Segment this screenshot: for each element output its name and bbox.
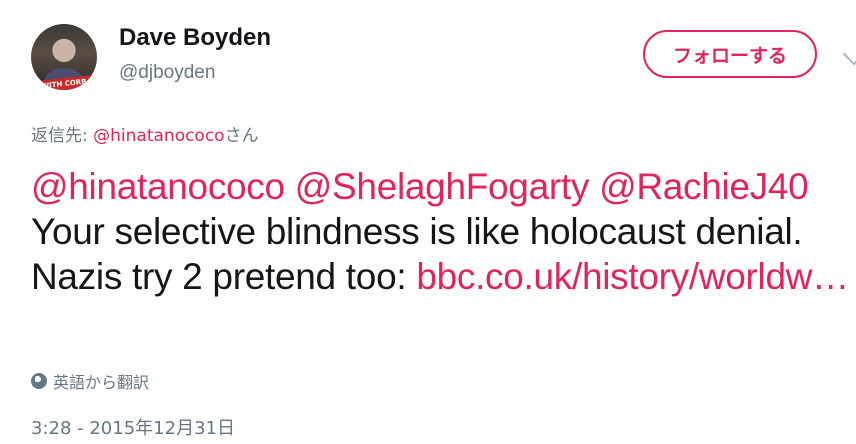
mention-link[interactable]: @hinatanococo	[31, 166, 285, 207]
translate-tweet[interactable]: 英語から翻訳	[31, 369, 149, 393]
author-display-name[interactable]: Dave Boyden	[119, 24, 271, 52]
reply-to-line: 返信先: @hinatanococoさん	[31, 121, 259, 146]
reply-to-user-link[interactable]: @hinatanococo	[93, 126, 224, 146]
tweet-timestamp[interactable]: 3:28 - 2015年12月31日	[31, 414, 235, 440]
translate-label: 英語から翻訳	[53, 373, 150, 392]
chevron-down-icon[interactable]	[842, 42, 856, 66]
globe-icon	[31, 373, 47, 389]
tweet-url-link[interactable]: bbc.co.uk/history/worldw…	[416, 256, 849, 297]
follow-button[interactable]: フォローする	[643, 30, 817, 78]
author-handle[interactable]: @djboyden	[119, 62, 215, 84]
reply-to-prefix: 返信先:	[31, 126, 94, 146]
reply-to-suffix: さん	[224, 126, 259, 146]
avatar[interactable]: WITH CORB	[31, 24, 97, 90]
mention-link[interactable]: @ShelaghFogarty	[295, 166, 590, 207]
tweet-text: @hinatanococo @ShelaghFogarty @RachieJ40…	[31, 164, 851, 299]
mention-link[interactable]: @RachieJ40	[599, 166, 809, 207]
